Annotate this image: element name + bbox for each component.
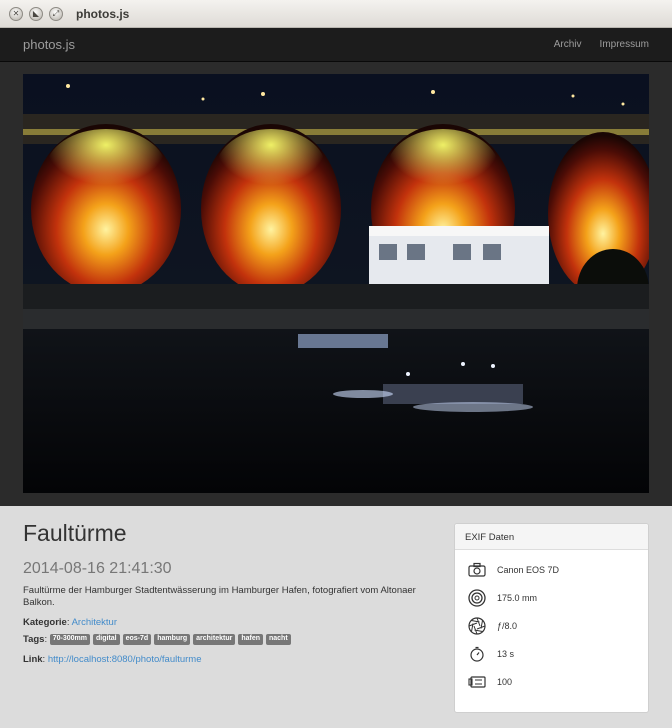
tag-badge[interactable]: digital xyxy=(93,634,120,645)
category-link[interactable]: Architektur xyxy=(72,617,117,628)
minimize-icon: ◣ xyxy=(32,9,40,18)
tags-row: Tags: 70-300mm digital eos-7d hamburg ar… xyxy=(23,634,291,645)
exif-camera: Canon EOS 7D xyxy=(497,565,560,575)
tag-badge[interactable]: hamburg xyxy=(154,634,191,645)
category-row: Kategorie: Architektur xyxy=(23,617,117,628)
photo-permalink[interactable]: http://localhost:8080/photo/faulturme xyxy=(48,654,202,665)
exif-heading: EXIF Daten xyxy=(455,524,648,550)
camera-icon xyxy=(467,560,487,580)
top-navbar: photos.js Archiv Impressum xyxy=(0,28,672,62)
brand-link[interactable]: photos.js xyxy=(23,37,75,52)
category-label: Kategorie xyxy=(23,617,67,628)
window-maximize-button[interactable]: ⤢ xyxy=(49,7,63,21)
nav-link-archiv[interactable]: Archiv xyxy=(554,39,582,50)
photo-details: Faultürme 2014-08-16 21:41:30 Faultürme … xyxy=(0,506,672,728)
exif-exposure: 13 s xyxy=(497,649,515,659)
photo-stage xyxy=(0,62,672,506)
exif-focal-row: 175.0 mm xyxy=(467,588,537,608)
window-titlebar: ✕ ◣ ⤢ photos.js xyxy=(0,0,672,28)
tag-list: 70-300mm digital eos-7d hamburg architek… xyxy=(49,634,291,645)
exif-exposure-row: 13 s xyxy=(467,644,514,664)
photo-title: Faultürme xyxy=(23,520,127,546)
window-title: photos.js xyxy=(76,7,130,21)
exif-focal-length: 175.0 mm xyxy=(497,593,538,603)
film-iso-icon xyxy=(467,672,487,692)
tag-badge[interactable]: architektur xyxy=(193,634,236,645)
exif-camera-row: Canon EOS 7D xyxy=(467,560,559,580)
close-icon: ✕ xyxy=(12,9,20,18)
photo-datetime: 2014-08-16 21:41:30 xyxy=(23,560,172,577)
exif-aperture: ƒ/8.0 xyxy=(497,621,518,631)
tags-label: Tags xyxy=(23,634,45,646)
photo-description: Faultürme der Hamburger Stadtentwässerun… xyxy=(23,585,416,608)
window-minimize-button[interactable]: ◣ xyxy=(29,7,43,21)
main-photo[interactable] xyxy=(23,74,649,493)
stopwatch-icon xyxy=(467,644,487,664)
aperture-icon xyxy=(467,616,487,636)
exif-aperture-row: ƒ/8.0 xyxy=(467,616,517,636)
tag-badge[interactable]: nacht xyxy=(266,634,291,645)
exif-iso-row: 100 xyxy=(467,672,512,692)
window-close-button[interactable]: ✕ xyxy=(9,7,23,21)
link-label: Link xyxy=(23,654,43,665)
exif-iso: 100 xyxy=(497,677,513,687)
tag-badge[interactable]: eos-7d xyxy=(122,634,152,645)
link-row: Link: http://localhost:8080/photo/faultu… xyxy=(23,654,202,665)
nav-links: Archiv Impressum xyxy=(554,39,649,50)
nav-link-impressum[interactable]: Impressum xyxy=(600,39,649,50)
exif-panel: EXIF Daten Canon EOS 7D 175.0 mm ƒ/8.0 1… xyxy=(454,523,649,713)
tag-badge[interactable]: 70-300mm xyxy=(49,634,90,645)
lens-icon xyxy=(467,588,487,608)
tag-badge[interactable]: hafen xyxy=(238,634,263,645)
maximize-icon: ⤢ xyxy=(52,9,60,18)
